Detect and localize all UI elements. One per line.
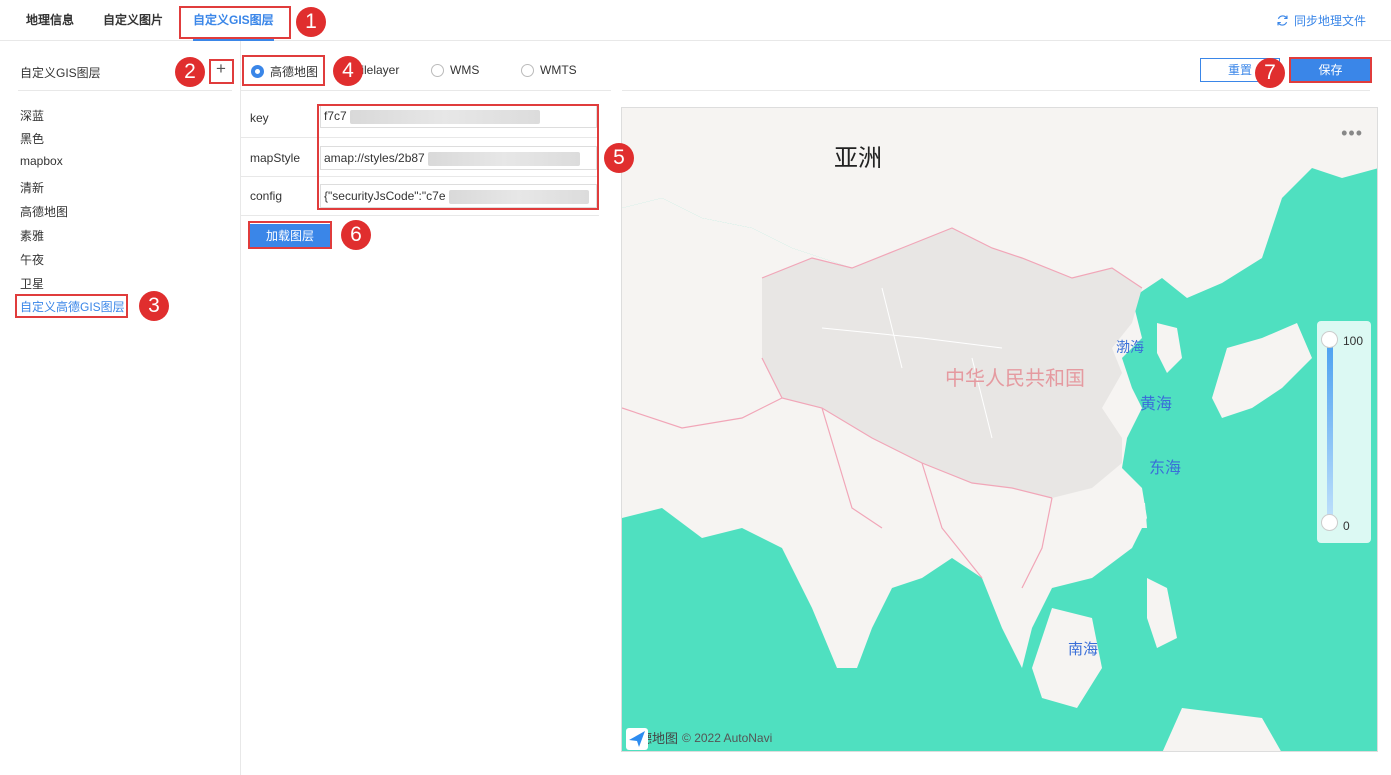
slider-max-label: 100 bbox=[1343, 334, 1364, 348]
opacity-slider[interactable]: 100 0 bbox=[1317, 321, 1371, 543]
key-input[interactable]: f7c7 bbox=[320, 104, 597, 128]
callout-badge: 3 bbox=[139, 291, 169, 321]
mapstyle-value: amap://styles/2b87 bbox=[324, 151, 425, 165]
radio-label: tilelayer bbox=[358, 63, 400, 77]
map-label-yellow-sea: 黄海 bbox=[1140, 394, 1173, 413]
callout-badge: 5 bbox=[604, 143, 634, 173]
layer-item[interactable]: mapbox bbox=[20, 154, 63, 168]
radio-circle bbox=[521, 63, 534, 77]
radio-label: WMTS bbox=[540, 63, 577, 77]
callout-badge: 6 bbox=[341, 220, 371, 250]
map-label-south-sea: 南海 bbox=[1068, 640, 1099, 658]
form-row-mapstyle: mapStyle amap://styles/2b87 bbox=[241, 138, 599, 177]
mapstyle-input[interactable]: amap://styles/2b87 bbox=[320, 146, 597, 170]
layer-item[interactable]: 黑色 bbox=[20, 130, 44, 147]
map-land-shapes bbox=[622, 108, 1377, 751]
form-row-key: key f7c7 bbox=[241, 99, 599, 138]
save-button[interactable]: 保存 bbox=[1291, 58, 1370, 82]
callout-badge: 1 bbox=[296, 7, 326, 37]
top-tab-bar: 地理信息 自定义图片 自定义GIS图层 同步地理文件 bbox=[0, 0, 1391, 41]
redacted-mask bbox=[448, 189, 589, 204]
radio-label: WMS bbox=[450, 63, 480, 77]
divider bbox=[622, 90, 1370, 91]
layer-item-selected[interactable]: 自定义高德GIS图层 bbox=[20, 298, 125, 315]
divider bbox=[18, 90, 232, 91]
slider-handle-top[interactable] bbox=[1321, 331, 1338, 348]
radio-label: 高德地图 bbox=[270, 65, 319, 79]
radio-wmts[interactable]: WMTS bbox=[521, 63, 577, 77]
map-label-bohai: 渤海 bbox=[1116, 340, 1144, 356]
config-label: config bbox=[250, 189, 283, 203]
layer-item[interactable]: 卫星 bbox=[20, 275, 44, 292]
refresh-icon bbox=[1277, 15, 1288, 26]
layer-item[interactable]: 午夜 bbox=[20, 251, 44, 268]
copyright-text: © 2022 AutoNavi bbox=[682, 730, 773, 745]
form-row-config: config {"securityJsCode":"c7e bbox=[241, 177, 599, 216]
layer-item[interactable]: 深蓝 bbox=[20, 107, 44, 124]
radio-amap[interactable]: 高德地图 bbox=[251, 63, 318, 80]
map-label-east-sea: 东海 bbox=[1149, 458, 1182, 477]
add-layer-button[interactable]: + bbox=[210, 59, 232, 81]
panel-title: 自定义GIS图层 bbox=[20, 66, 101, 80]
config-value: {"securityJsCode":"c7e bbox=[324, 189, 446, 203]
layer-item[interactable]: 高德地图 bbox=[20, 203, 68, 220]
radio-circle bbox=[431, 63, 444, 77]
layer-item[interactable]: 清新 bbox=[20, 179, 44, 196]
layer-item[interactable]: 素雅 bbox=[20, 227, 44, 244]
config-input[interactable]: {"securityJsCode":"c7e bbox=[320, 184, 597, 208]
key-label: key bbox=[250, 111, 269, 125]
radio-circle bbox=[251, 65, 264, 78]
map-preview[interactable]: 亚洲 中华人民共和国 渤海 黄海 东海 南海 ••• 100 0 高德地图 © … bbox=[621, 107, 1378, 752]
callout-badge: 4 bbox=[333, 56, 363, 86]
redacted-mask bbox=[428, 151, 581, 166]
key-value: f7c7 bbox=[324, 109, 347, 123]
callout-badge: 2 bbox=[175, 57, 205, 87]
divider bbox=[241, 90, 611, 91]
amap-logo-icon bbox=[626, 728, 648, 750]
slider-track bbox=[1327, 339, 1333, 521]
sync-label: 同步地理文件 bbox=[1293, 14, 1366, 28]
map-attribution: 高德地图 © 2022 AutoNavi bbox=[626, 728, 773, 750]
gis-layer-list-panel: 自定义GIS图层 + 深蓝 黑色 mapbox 清新 高德地图 素雅 午夜 卫星… bbox=[0, 41, 241, 775]
tab-custom-gis-layer[interactable]: 自定义GIS图层 bbox=[193, 0, 274, 41]
more-options-icon[interactable]: ••• bbox=[1341, 124, 1363, 142]
slider-handle-bottom[interactable] bbox=[1321, 514, 1338, 531]
load-layer-button[interactable]: 加载图层 bbox=[250, 224, 330, 248]
sync-geo-file-button[interactable]: 同步地理文件 bbox=[1276, 12, 1366, 29]
redacted-mask bbox=[350, 109, 541, 124]
radio-wms[interactable]: WMS bbox=[431, 63, 479, 77]
mapstyle-label: mapStyle bbox=[250, 151, 301, 165]
callout-badge: 7 bbox=[1255, 58, 1285, 88]
map-label-asia: 亚洲 bbox=[834, 144, 882, 172]
map-label-china: 中华人民共和国 bbox=[945, 366, 1085, 390]
tab-geo-info[interactable]: 地理信息 bbox=[26, 0, 74, 40]
tab-custom-image[interactable]: 自定义图片 bbox=[103, 0, 163, 40]
slider-min-label: 0 bbox=[1343, 519, 1350, 533]
